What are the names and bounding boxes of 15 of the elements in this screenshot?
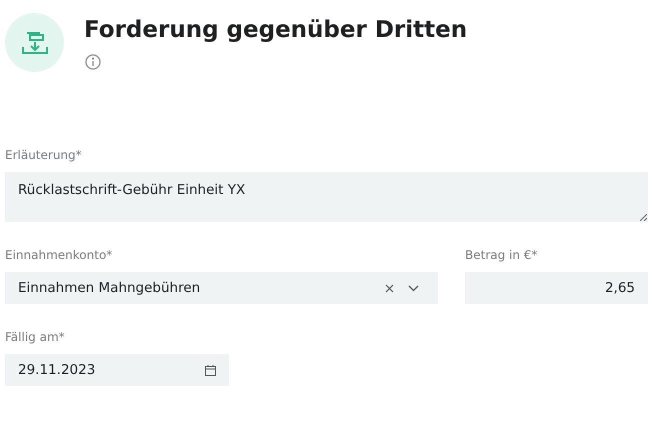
field-label: Betrag in €* xyxy=(465,248,538,262)
field-label: Erläuterung* xyxy=(5,148,83,162)
field-label: Einnahmenkonto* xyxy=(5,248,114,262)
clear-icon[interactable] xyxy=(385,284,394,292)
page-title: Forderung gegenüber Dritten xyxy=(84,16,468,42)
field-label: Fällig am* xyxy=(5,330,66,344)
amount-field[interactable]: 2,65 xyxy=(465,272,648,304)
calendar-icon[interactable] xyxy=(205,364,216,376)
download-icon xyxy=(22,30,48,56)
info-icon[interactable] xyxy=(85,54,101,70)
date-field[interactable]: 29.11.2023 xyxy=(5,354,229,386)
account-select[interactable]: Einnahmen Mahngebühren xyxy=(5,272,438,304)
resize-handle-icon[interactable] xyxy=(640,214,647,221)
explanation-field[interactable]: Rücklastschrift-Gebühr Einheit YX xyxy=(5,172,648,222)
chevron-down-icon[interactable] xyxy=(408,284,419,292)
